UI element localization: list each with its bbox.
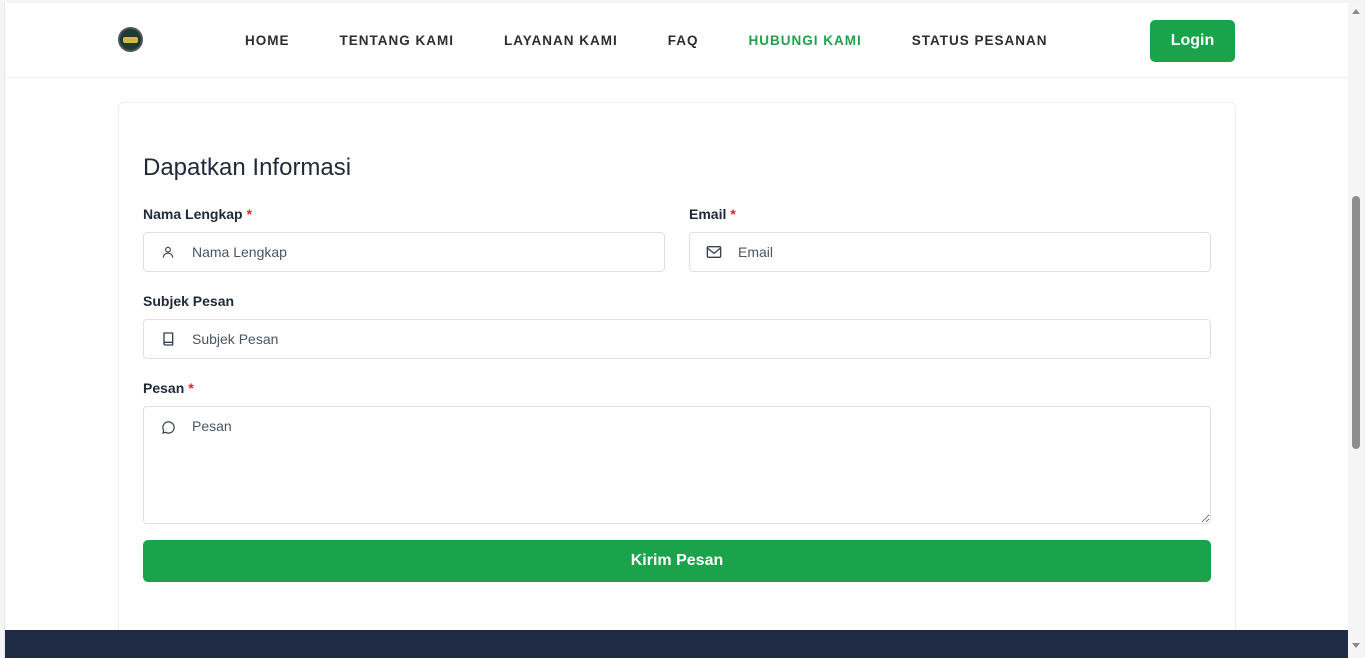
email-label: Email * <box>689 206 736 222</box>
nav-link-status-pesanan[interactable]: STATUS PESANAN <box>912 33 1048 48</box>
nav-link-hubungi-kami[interactable]: HUBUNGI KAMI <box>749 33 862 48</box>
required-mark: * <box>188 380 194 396</box>
user-icon <box>144 233 192 271</box>
required-mark: * <box>246 206 253 222</box>
logo-mark <box>123 36 138 43</box>
name-label-text: Nama Lengkap <box>143 206 243 222</box>
page-viewport: HOME TENTANG KAMI LAYANAN KAMI FAQ HUBUN… <box>4 3 1348 658</box>
submit-button[interactable]: Kirim Pesan <box>143 540 1211 582</box>
scroll-down-arrow-icon[interactable] <box>1352 643 1360 648</box>
footer <box>5 630 1348 658</box>
nav-link-faq[interactable]: FAQ <box>668 33 699 48</box>
subject-label-text: Subjek Pesan <box>143 293 235 309</box>
message-label-text: Pesan <box>143 380 185 396</box>
page-scrollbar[interactable] <box>1348 3 1365 658</box>
subject-label: Subjek Pesan <box>143 293 234 309</box>
message-textarea[interactable] <box>192 407 1210 523</box>
nav-link-layanan-kami[interactable]: LAYANAN KAMI <box>504 33 618 48</box>
form-title: Dapatkan Informasi <box>143 154 352 181</box>
message-label: Pesan * <box>143 380 194 396</box>
nav-link-home[interactable]: HOME <box>245 33 290 48</box>
top-navbar: HOME TENTANG KAMI LAYANAN KAMI FAQ HUBUN… <box>5 3 1348 78</box>
subject-input[interactable] <box>192 320 1210 358</box>
chat-bubble-icon <box>144 407 192 447</box>
scroll-up-arrow-icon[interactable] <box>1352 9 1360 14</box>
required-mark: * <box>730 206 736 222</box>
subject-field[interactable] <box>143 319 1211 359</box>
nav-menu: HOME TENTANG KAMI LAYANAN KAMI FAQ HUBUN… <box>245 3 1098 78</box>
name-field[interactable] <box>143 232 665 272</box>
brand-logo[interactable] <box>118 27 143 52</box>
book-icon <box>144 320 192 358</box>
scroll-thumb[interactable] <box>1352 196 1360 449</box>
mail-icon <box>690 233 738 271</box>
name-input[interactable] <box>192 233 664 271</box>
nav-link-tentang-kami[interactable]: TENTANG KAMI <box>340 33 455 48</box>
name-label: Nama Lengkap * <box>143 206 252 222</box>
login-button[interactable]: Login <box>1150 20 1235 62</box>
contact-form-card: Dapatkan Informasi Nama Lengkap* Email* … <box>118 102 1236 658</box>
email-label-text: Email <box>689 206 727 222</box>
email-input[interactable] <box>738 233 1210 271</box>
message-field[interactable] <box>143 406 1211 524</box>
email-field[interactable] <box>689 232 1211 272</box>
